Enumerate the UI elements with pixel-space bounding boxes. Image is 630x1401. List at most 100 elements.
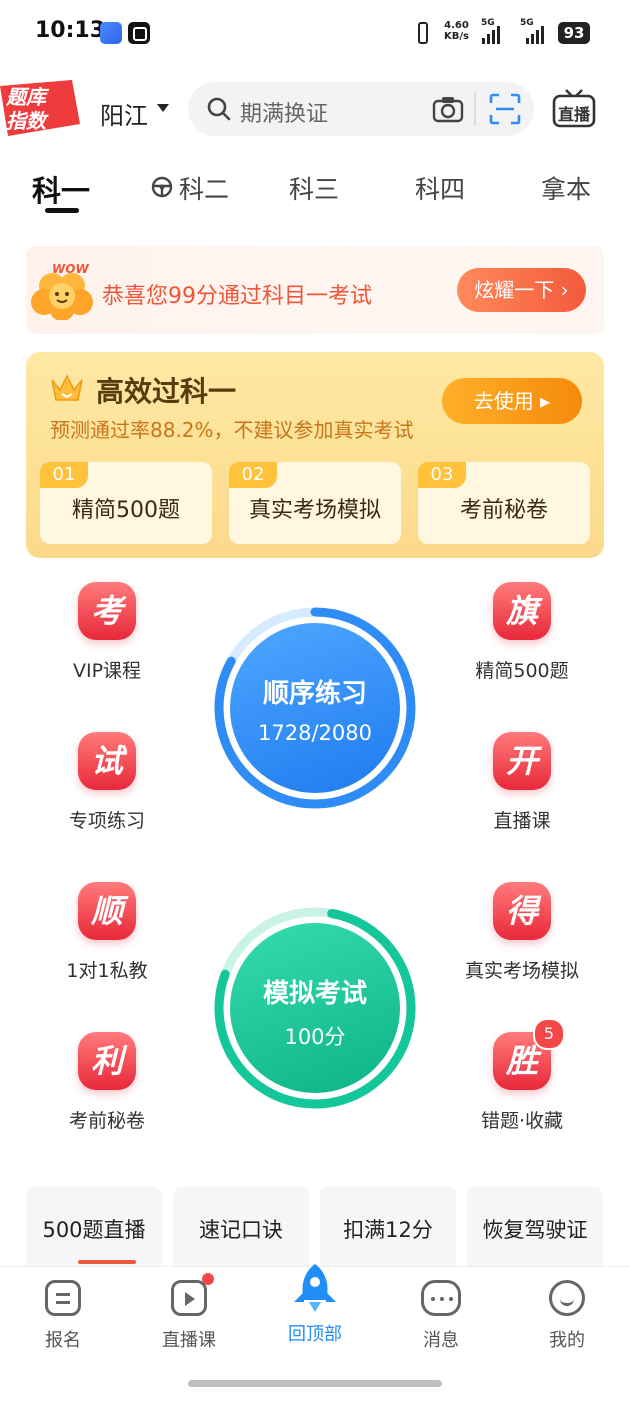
nav-label: 直播课 xyxy=(162,1330,216,1351)
nav-label: 我的 xyxy=(549,1330,585,1351)
sheng-char: 胜 xyxy=(505,1042,538,1080)
play-arrow-icon: ▸ xyxy=(533,389,551,413)
status-time: 10:13 xyxy=(35,18,106,43)
mock-exam-button[interactable]: 模拟考试 100分 xyxy=(214,907,416,1109)
shun-badge-icon: 顺 xyxy=(78,882,136,940)
steering-wheel-icon xyxy=(151,176,173,198)
feature-special-practice[interactable]: 试 专项练习 xyxy=(37,732,177,833)
wow-label: WOW xyxy=(52,262,89,276)
efficiency-item-label: 真实考场模拟 xyxy=(248,498,381,523)
nav-label: 报名 xyxy=(45,1330,81,1351)
efficiency-item-number: 03 xyxy=(418,462,466,488)
quick-link-500-live[interactable]: 500题直播 xyxy=(26,1186,162,1276)
efficiency-item-number: 01 xyxy=(40,462,88,488)
battery-indicator: 93 xyxy=(558,22,590,44)
efficiency-item-3[interactable]: 03 考前秘卷 xyxy=(418,462,590,544)
efficiency-subtitle: 预测通过率88.2%，不建议参加真实考试 xyxy=(50,418,414,442)
quick-link-label: 扣满12分 xyxy=(343,1218,433,1242)
tab-subject-2[interactable]: 科二 xyxy=(179,170,229,206)
efficiency-title: 高效过科一 xyxy=(96,375,237,408)
qi-badge-icon: 旗 xyxy=(493,582,551,640)
nav-signup[interactable]: 报名 xyxy=(8,1280,118,1352)
sequential-practice-button[interactable]: 顺序练习 1728/2080 xyxy=(214,607,416,809)
nav-back-to-top[interactable]: 回顶部 xyxy=(260,1262,370,1346)
feature-real-exam-sim[interactable]: 得 真实考场模拟 xyxy=(452,882,592,983)
exam-circle-face: 模拟考试 100分 xyxy=(230,923,400,1093)
use-now-label: 去使用 xyxy=(473,389,534,413)
caret-down-icon[interactable] xyxy=(157,104,169,112)
tab-subject-1[interactable]: 科一 xyxy=(32,168,90,210)
show-off-label: 炫耀一下 xyxy=(474,278,555,302)
network-speed: 4.60 KB/s xyxy=(444,20,469,42)
exam-score: 100分 xyxy=(284,1025,346,1049)
smile-face-icon xyxy=(549,1280,585,1316)
rocket-icon xyxy=(294,1264,336,1312)
notification-app-icon xyxy=(100,22,122,44)
vibrate-icon xyxy=(414,22,432,46)
status-bar: 10:13 4.60 KB/s 5G 5G 93 xyxy=(0,0,630,70)
quick-link-label: 500题直播 xyxy=(42,1218,146,1242)
efficiency-item-1[interactable]: 01 精简500题 xyxy=(40,462,212,544)
feature-label: 专项练习 xyxy=(68,810,145,832)
feature-label: 真实考场模拟 xyxy=(464,960,579,982)
feature-private-tutor[interactable]: 顺 1对1私教 xyxy=(37,882,177,983)
feature-simplified-500[interactable]: 旗 精简500题 xyxy=(452,582,592,683)
scan-icon[interactable] xyxy=(488,92,522,126)
use-now-button[interactable]: 去使用 ▸ xyxy=(442,378,582,424)
crown-icon xyxy=(51,374,83,401)
efficiency-item-label: 精简500题 xyxy=(72,498,180,523)
feature-vip-course[interactable]: 考 VIP课程 xyxy=(37,582,177,683)
document-icon xyxy=(45,1280,81,1316)
feature-label: 直播课 xyxy=(493,810,551,832)
shi-badge-icon: 试 xyxy=(78,732,136,790)
feature-live-course[interactable]: 开 直播课 xyxy=(452,732,592,833)
home-indicator[interactable] xyxy=(188,1380,442,1387)
live-label: 直播 xyxy=(557,105,590,124)
nav-profile[interactable]: 我的 xyxy=(512,1280,622,1352)
li-badge-icon: 利 xyxy=(78,1032,136,1090)
logo-line-1: 题库 xyxy=(6,85,46,109)
question-bank-logo[interactable]: 题库 指数 xyxy=(0,80,82,138)
quick-link-label: 速记口诀 xyxy=(199,1218,283,1242)
live-tv-button[interactable]: 直播 xyxy=(552,88,596,128)
feature-secret-paper[interactable]: 利 考前秘卷 xyxy=(37,1032,177,1133)
active-tab-indicator xyxy=(45,208,79,213)
feature-label: 精简500题 xyxy=(475,660,569,682)
quick-link-accent xyxy=(78,1260,136,1264)
nav-messages[interactable]: 消息 xyxy=(386,1280,496,1352)
chat-bubble-icon xyxy=(421,1280,461,1316)
feature-label: 错题·收藏 xyxy=(480,1110,564,1132)
net-speed-value: 4.60 xyxy=(444,20,469,31)
exam-title: 模拟考试 xyxy=(262,979,367,1009)
efficiency-item-number: 02 xyxy=(229,462,277,488)
practice-title: 顺序练习 xyxy=(262,679,367,709)
search-placeholder[interactable]: 期满换证 xyxy=(240,96,328,128)
tab-subject-3[interactable]: 科三 xyxy=(289,170,339,206)
signal-bars-icon-2 xyxy=(526,24,554,44)
efficiency-item-2[interactable]: 02 真实考场模拟 xyxy=(229,462,401,544)
logo-line-2: 指数 xyxy=(6,109,46,133)
feature-wrong-favorites[interactable]: 胜 5 错题·收藏 xyxy=(452,1018,592,1133)
feature-label: 考前秘卷 xyxy=(68,1110,145,1132)
practice-circle-face: 顺序练习 1728/2080 xyxy=(230,623,400,793)
quick-link-restore-license[interactable]: 恢复驾驶证 xyxy=(467,1186,603,1276)
tab-subject-4[interactable]: 科四 xyxy=(415,170,465,206)
congrats-text: 恭喜您99分通过科目一考试 xyxy=(102,284,372,309)
practice-progress-text: 1728/2080 xyxy=(258,721,372,745)
signal-bars-icon xyxy=(482,24,510,44)
show-off-button[interactable]: 炫耀一下 › xyxy=(457,268,586,312)
de-badge-icon: 得 xyxy=(493,882,551,940)
tab-license[interactable]: 拿本 xyxy=(541,170,591,206)
tv-play-icon xyxy=(171,1273,214,1316)
city-selector[interactable]: 阳江 xyxy=(100,96,148,131)
kao-badge-icon: 考 xyxy=(78,582,136,640)
camera-icon[interactable] xyxy=(432,95,464,123)
red-dot-badge xyxy=(202,1273,214,1285)
notification-app-icon-2 xyxy=(128,22,150,44)
nav-label: 消息 xyxy=(423,1330,459,1351)
chevron-right-icon: › xyxy=(554,278,569,302)
nav-live-course[interactable]: 直播课 xyxy=(134,1273,244,1352)
feature-label: VIP课程 xyxy=(72,660,142,682)
net-speed-unit: KB/s xyxy=(444,31,469,42)
kai-badge-icon: 开 xyxy=(493,732,551,790)
